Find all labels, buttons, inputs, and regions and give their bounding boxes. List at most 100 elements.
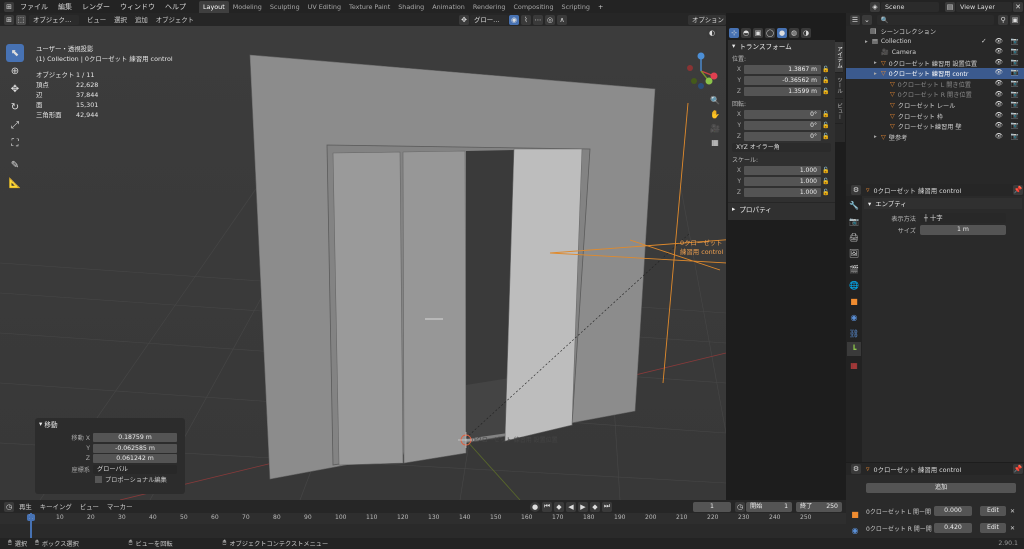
overlay-toggle-icon[interactable]: ◓ [741,28,751,38]
rotate-tool-icon[interactable]: ↻ [6,98,24,116]
visibility-icons[interactable]: 👁 📷 [995,79,1022,87]
rot-value-field[interactable]: 0° [744,120,821,130]
workspace-tab[interactable]: Animation [428,1,469,13]
scl-value-field[interactable]: 1.000 [744,165,821,175]
object-tab-icon[interactable]: ■ [847,294,861,308]
rendered-shading-icon[interactable]: ◑ [801,28,811,38]
cursor-tool-icon[interactable]: ⊕ [6,62,24,80]
menu-item[interactable]: ヘルプ [160,2,191,12]
lock-icon[interactable]: 🔓 [821,77,831,84]
timeline-menu-item[interactable]: マーカー [103,502,137,511]
scl-value-field[interactable]: 1.000 [744,176,821,186]
operator-value-field[interactable]: 0.061242 m [93,454,177,464]
scale-tool-icon[interactable]: ⤢ [6,116,24,134]
viewport-menu-item[interactable]: 追加 [131,15,152,24]
loc-value-field[interactable]: -0.36562 m [744,75,821,85]
visibility-icons[interactable]: 👁 📷 [995,90,1022,98]
outliner-row[interactable]: ▽ クローゼット 枠 👁 📷 [846,111,1024,122]
outliner-row[interactable]: 🎥 Camera 👁 📷 [846,47,1024,58]
jump-start-icon[interactable]: ⏮ [542,501,552,512]
filter-icon[interactable]: ⚲ [998,14,1009,25]
outliner-row[interactable]: ▸ ▽ 0クローゼット 練習用 contr 👁 📷 [846,68,1024,79]
expand-toggle-icon[interactable]: ▸ [874,134,881,140]
falloff-icon[interactable]: ∧ [557,14,567,25]
pan-icon[interactable]: ✋ [708,107,722,121]
menu-item[interactable]: 編集 [53,2,77,12]
scene-collection-row[interactable]: ▤ シーンコレクション [846,26,1024,37]
transform-orient-dropdown[interactable]: グロー… [470,14,508,25]
remove-view-layer-icon[interactable]: ✕ [1013,1,1023,12]
empty-panel-header[interactable]: ▾ エンプティ [864,198,1022,209]
rot-value-field[interactable]: 0° [744,109,821,119]
new-collection-icon[interactable]: ▣ [1010,14,1021,25]
render-tab-icon[interactable]: 📷 [847,214,861,228]
proportional-checkbox[interactable] [95,476,102,484]
wireframe-shading-icon[interactable]: ◯ [765,28,775,38]
world-tab-icon[interactable]: 🌐 [847,278,861,292]
transform-panel-header[interactable]: ▾ トランスフォーム [728,40,835,52]
drivers-object-tab-icon[interactable]: ■ [848,507,862,521]
drivers-data-tab-icon[interactable]: ◉ [848,523,862,537]
prev-key-icon[interactable]: ◆ [554,501,564,512]
current-frame-field[interactable]: 1 [693,501,731,512]
drivers-editor-icon[interactable]: ⚙ [851,464,861,474]
transform-orient-icon[interactable]: ✥ [459,14,469,25]
driver-edit-button[interactable]: Edit [980,523,1006,533]
lock-icon[interactable]: 🔓 [821,66,831,73]
play-reverse-icon[interactable]: ◀ [566,501,576,512]
driver-value-field[interactable]: 0.420 [934,523,972,533]
scl-value-field[interactable]: 1.000 [744,187,821,197]
outliner-row[interactable]: ▸ ▤ Collection ✓ 👁 📷 [846,37,1024,48]
snap-target-icon[interactable]: ⋯ [533,14,543,25]
visibility-icons[interactable]: 👁 📷 [995,58,1022,66]
pivot-icon[interactable]: ◉ [509,14,519,25]
texture-tab-icon[interactable]: ▦ [847,358,861,372]
loc-value-field[interactable]: 1.3867 m [744,64,821,74]
workspace-tab[interactable]: Modeling [229,1,266,13]
lock-icon[interactable]: 🔓 [821,122,831,129]
measure-tool-icon[interactable]: 📐 [6,174,24,192]
constraints-tab-icon[interactable]: ⛓ [847,326,861,340]
visibility-icons[interactable]: 👁 📷 [995,68,1022,76]
add-workspace-button[interactable]: + [594,3,607,11]
outliner-editor-icon[interactable]: ☰ [850,14,860,25]
rotation-mode-dropdown[interactable]: XYZ オイラー角 [732,143,831,152]
driver-edit-button[interactable]: Edit [980,506,1006,516]
size-field[interactable]: 1 m [920,225,1006,235]
auto-key-icon[interactable]: ● [530,501,540,512]
loc-value-field[interactable]: 1.3599 m [744,86,821,96]
tool-tab-icon[interactable]: 🔧 [847,198,861,212]
pin-icon[interactable]: 📌 [1013,185,1023,195]
physics-tab-icon[interactable]: ◉ [847,310,861,324]
proportional-icon[interactable]: ◎ [545,14,555,25]
workspace-tab[interactable]: Rendering [469,1,510,13]
annotate-tool-icon[interactable]: ✎ [6,156,24,174]
jump-end-icon[interactable]: ⏭ [602,501,612,512]
navigation-gizmo[interactable] [678,48,724,94]
data-tab-icon[interactable]: ┗ [847,342,861,356]
scene-tab-icon[interactable]: 🎬 [847,262,861,276]
sidebar-tab[interactable]: ビュー [835,99,843,124]
visibility-icons[interactable]: 👁 📷 [995,100,1022,108]
workspace-tab[interactable]: Texture Paint [345,1,394,13]
driver-value-field[interactable]: 0.000 [934,506,972,516]
gizmo-toggle-icon[interactable]: ⊹ [729,28,739,38]
timeline-editor-icon[interactable]: ◷ [4,501,14,512]
display-mode-icon[interactable]: ⌄ [861,14,872,25]
visibility-icons[interactable]: 👁 📷 [995,111,1022,119]
viewport-menu-item[interactable]: ビュー [83,15,110,24]
display-as-dropdown[interactable]: ┼ 十字 [920,213,1006,223]
outliner-row[interactable]: ▽ 0クローゼット L 開き位置 👁 📷 [846,79,1024,90]
lock-icon[interactable]: 🔓 [821,88,831,95]
options-dropdown[interactable]: オプション [688,14,726,25]
visibility-icons[interactable]: ✓ 👁 📷 [981,37,1022,45]
lock-icon[interactable]: 🔓 [821,167,831,174]
drivers-pin-icon[interactable]: 📌 [1013,464,1023,474]
workspace-tab[interactable]: Scripting [558,1,594,13]
viewport-menu-item[interactable]: 選択 [110,15,131,24]
view-layer-icon[interactable]: ▤ [945,1,955,12]
sidebar-tab[interactable]: アイテム [835,42,843,73]
add-button[interactable]: 追加 [866,483,1016,493]
lock-icon[interactable]: 🔓 [821,133,831,140]
sidebar-tab[interactable]: ツール [835,73,843,99]
